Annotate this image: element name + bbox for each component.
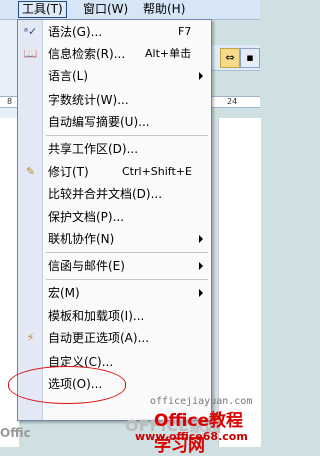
menu-item-track-changes[interactable]: ✎ 修订(T) Ctrl+Shift+E bbox=[18, 161, 211, 183]
track-changes-icon: ✎ bbox=[25, 165, 36, 178]
menu-item-research[interactable]: 📖 信息检索(R)... Alt+单击 bbox=[18, 43, 211, 65]
ruler-right: 24 bbox=[211, 96, 260, 108]
toolbar-icon-button[interactable]: ⇔ bbox=[220, 48, 240, 68]
menu-help[interactable]: 帮助(H) bbox=[140, 2, 188, 17]
menu-separator bbox=[46, 252, 208, 253]
submenu-arrow-icon bbox=[199, 289, 203, 297]
menu-item-online-collaboration[interactable]: 联机协作(N) bbox=[18, 228, 211, 250]
menu-item-templates-addins[interactable]: 模板和加载项(I)... bbox=[18, 305, 211, 327]
autocorrect-icon: ⚡ bbox=[26, 331, 35, 344]
submenu-arrow-icon bbox=[199, 235, 203, 243]
menu-bar: 工具(T) 窗口(W) 帮助(H) bbox=[0, 0, 260, 20]
watermark-ghost-left: Offic bbox=[0, 426, 31, 440]
submenu-arrow-icon bbox=[199, 262, 203, 270]
highlight-oval bbox=[8, 366, 126, 404]
ruler-number-right: 24 bbox=[227, 97, 238, 106]
watermark-url: www.office68.com bbox=[135, 430, 248, 443]
menu-window[interactable]: 窗口(W) bbox=[80, 2, 131, 17]
submenu-arrow-icon bbox=[199, 72, 203, 80]
menu-item-shared-workspace[interactable]: 共享工作区(D)... bbox=[18, 138, 211, 160]
menu-item-autocorrect-options[interactable]: ⚡ 自动更正选项(A)... bbox=[18, 327, 211, 349]
grammar-icon: ᵃ✓ bbox=[23, 25, 38, 38]
menu-separator bbox=[46, 135, 208, 136]
menu-item-protect-document[interactable]: 保护文档(P)... bbox=[18, 206, 211, 228]
menu-item-autosummarize[interactable]: 自动编写摘要(U)... bbox=[18, 111, 211, 133]
right-toolbar: ⇔ ▪ bbox=[211, 45, 260, 71]
menu-item-macro[interactable]: 宏(M) bbox=[18, 282, 211, 304]
menu-item-grammar[interactable]: ᵃ✓ 语法(G)... F7 bbox=[18, 21, 211, 43]
ruler-number-left: 8 bbox=[6, 97, 13, 106]
toolbar-bold-button[interactable]: ▪ bbox=[240, 48, 260, 68]
menu-tools[interactable]: 工具(T) bbox=[18, 1, 67, 18]
research-icon: 📖 bbox=[23, 47, 38, 60]
menu-item-language[interactable]: 语言(L) bbox=[18, 65, 211, 87]
tools-dropdown-menu: ᵃ✓ 语法(G)... F7 📖 信息检索(R)... Alt+单击 语言(L)… bbox=[17, 19, 212, 421]
menu-item-letters-mailings[interactable]: 信函与邮件(E) bbox=[18, 255, 211, 277]
menu-item-word-count[interactable]: 字数统计(W)... bbox=[18, 89, 211, 111]
menu-separator bbox=[46, 279, 208, 280]
menu-item-compare-merge[interactable]: 比较并合并文档(D)... bbox=[18, 183, 211, 205]
